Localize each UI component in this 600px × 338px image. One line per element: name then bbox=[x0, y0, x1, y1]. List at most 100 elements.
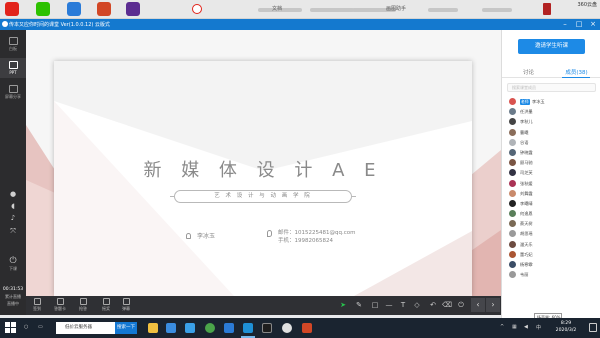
windows-start-icon[interactable] bbox=[5, 322, 16, 333]
invite-students-button[interactable]: 邀请学生听课 bbox=[518, 39, 585, 54]
avatar bbox=[509, 240, 516, 248]
fullscreen-icon[interactable]: ⤧ bbox=[0, 227, 26, 236]
desktop-label-assistant[interactable]: 画图助手 bbox=[386, 5, 406, 12]
member-name: 谷语 bbox=[520, 139, 529, 145]
rail-item-screen-share[interactable]: 屏幕分享 bbox=[0, 82, 26, 102]
prev-slide-button[interactable]: ‹ bbox=[471, 298, 485, 312]
avatar bbox=[509, 108, 516, 116]
member-row[interactable]: 谷语 bbox=[502, 138, 600, 148]
sign-in-icon bbox=[33, 298, 41, 305]
app-icon[interactable] bbox=[192, 4, 202, 14]
file-icon[interactable] bbox=[543, 3, 551, 15]
delete-icon[interactable]: ⌫ bbox=[442, 301, 452, 309]
ime-icon[interactable]: 中 bbox=[536, 324, 541, 331]
quick-answer-button[interactable]: 抢答 bbox=[75, 298, 91, 312]
task-view-icon[interactable]: ▭ bbox=[38, 324, 43, 330]
rail-item-ppt[interactable]: PPT bbox=[0, 58, 26, 78]
desktop-item-bar bbox=[428, 8, 458, 12]
barrage-button[interactable]: 弹幕 bbox=[118, 298, 134, 312]
tab-members[interactable]: 成员(38) bbox=[552, 68, 600, 76]
microphone-icon[interactable]: ● bbox=[0, 190, 26, 198]
member-search-input[interactable]: 搜索课堂成员 bbox=[507, 83, 596, 92]
member-row[interactable]: 杨寒霏 bbox=[502, 260, 600, 270]
member-row[interactable]: 李秋儿 bbox=[502, 117, 600, 127]
member-row[interactable]: 李曦晴 bbox=[502, 199, 600, 209]
taskbar-search-button[interactable]: 搜索一下 bbox=[115, 322, 137, 334]
text-icon[interactable]: T bbox=[398, 301, 408, 309]
tray-chevron-icon[interactable]: ^ bbox=[500, 324, 504, 330]
member-row[interactable]: 张秋媛 bbox=[502, 179, 600, 189]
slide-teacher: 李冰玉 bbox=[186, 231, 215, 240]
desktop-label-docs[interactable]: 文档 bbox=[272, 5, 282, 12]
close-icon[interactable]: × bbox=[586, 19, 600, 30]
avatar bbox=[509, 199, 516, 207]
avatar bbox=[509, 98, 516, 105]
member-row[interactable]: 任洪墨 bbox=[502, 107, 600, 117]
location-icon bbox=[267, 230, 272, 237]
wechat-icon[interactable] bbox=[36, 2, 50, 16]
file-explorer-icon[interactable] bbox=[148, 323, 158, 333]
netease-music-icon[interactable] bbox=[5, 2, 19, 16]
member-row[interactable]: 老师 李冰玉 bbox=[502, 97, 600, 107]
minimize-icon[interactable]: – bbox=[558, 19, 572, 30]
member-row[interactable]: 董巧妃 bbox=[502, 250, 600, 260]
member-row[interactable]: 钟晓霞 bbox=[502, 148, 600, 158]
pointer-icon[interactable]: ➤ bbox=[338, 301, 348, 309]
avatar bbox=[509, 169, 516, 177]
teacher-phone: 手机：19982065824 bbox=[278, 238, 333, 244]
sign-in-button[interactable]: 签到 bbox=[29, 298, 45, 312]
app-titlebar: 传本又应你时间的课堂 Ver(1.0.0.12) 云版式 – □ × bbox=[0, 19, 600, 30]
member-name: 李秋儿 bbox=[520, 119, 533, 125]
member-row[interactable]: 蔡天树 bbox=[502, 219, 600, 229]
slide-subtitle: 艺 术 设 计 与 动 画 学 院 bbox=[170, 190, 356, 203]
member-name: 何逸恩 bbox=[520, 211, 533, 217]
search-icon[interactable]: ○ bbox=[24, 324, 28, 330]
notification-icon[interactable] bbox=[589, 323, 597, 332]
member-row[interactable]: 潘天乐 bbox=[502, 240, 600, 250]
chrome-icon[interactable] bbox=[205, 323, 215, 333]
media-icon[interactable] bbox=[262, 323, 272, 333]
photos-icon[interactable] bbox=[185, 323, 195, 333]
maximize-icon[interactable]: □ bbox=[572, 19, 586, 30]
laptop-icon[interactable] bbox=[67, 2, 81, 16]
avatar bbox=[509, 230, 516, 238]
avatar bbox=[509, 189, 516, 197]
powerpoint-icon[interactable] bbox=[97, 2, 111, 16]
tab-discussion[interactable]: 讨论 bbox=[504, 68, 553, 76]
powerpoint-icon[interactable] bbox=[302, 323, 312, 333]
cloud-drive-label[interactable]: 360云盘 bbox=[577, 1, 597, 8]
slide-contact: 邮件：1015225481@qq.com 手机：19982065824 bbox=[267, 229, 355, 245]
avatar bbox=[509, 138, 516, 146]
mail-icon[interactable] bbox=[166, 323, 176, 333]
edge-icon[interactable] bbox=[224, 323, 234, 333]
undo-icon[interactable]: ↶ bbox=[428, 301, 438, 309]
volume-icon[interactable]: ◀ bbox=[524, 324, 528, 330]
lottery-button[interactable]: 摇奖 bbox=[98, 298, 114, 312]
member-row[interactable]: 刘舞霞 bbox=[502, 189, 600, 199]
network-icon[interactable]: ▦ bbox=[512, 324, 517, 330]
answer-card-button[interactable]: 答题卡 bbox=[52, 298, 68, 312]
member-row[interactable]: 顾马驰 bbox=[502, 158, 600, 168]
next-slide-button[interactable]: › bbox=[486, 298, 500, 312]
pen-icon[interactable]: ✎ bbox=[354, 301, 364, 309]
rail-item-whiteboard[interactable]: 白板 bbox=[0, 34, 26, 54]
eraser-icon[interactable]: ◇ bbox=[412, 301, 422, 309]
line-icon[interactable]: — bbox=[384, 301, 394, 309]
member-row[interactable]: 胡思瑶 bbox=[502, 229, 600, 239]
live-status: 直播中 bbox=[7, 301, 19, 306]
classroom-app-icon[interactable] bbox=[243, 323, 253, 333]
exit-annotation-icon[interactable]: ⏻ bbox=[456, 301, 466, 310]
music-icon[interactable]: ♪ bbox=[0, 214, 26, 222]
app-icon[interactable] bbox=[282, 323, 292, 333]
shape-icon[interactable]: □ bbox=[370, 301, 380, 309]
onenote-icon[interactable] bbox=[126, 2, 140, 16]
member-row[interactable]: 韦丽 bbox=[502, 270, 600, 280]
power-icon[interactable]: ⏻ bbox=[0, 256, 26, 266]
taskbar-search-input[interactable]: 低价云服务器 bbox=[56, 322, 115, 334]
avatar bbox=[509, 148, 516, 156]
member-row[interactable]: 曹曦 bbox=[502, 128, 600, 138]
member-row[interactable]: 何逸恩 bbox=[502, 209, 600, 219]
member-row[interactable]: 司芝芙 bbox=[502, 168, 600, 178]
speaker-icon[interactable]: ◖ bbox=[0, 202, 26, 210]
taskbar-clock[interactable]: 8:29 2020/3/2 bbox=[548, 321, 584, 334]
